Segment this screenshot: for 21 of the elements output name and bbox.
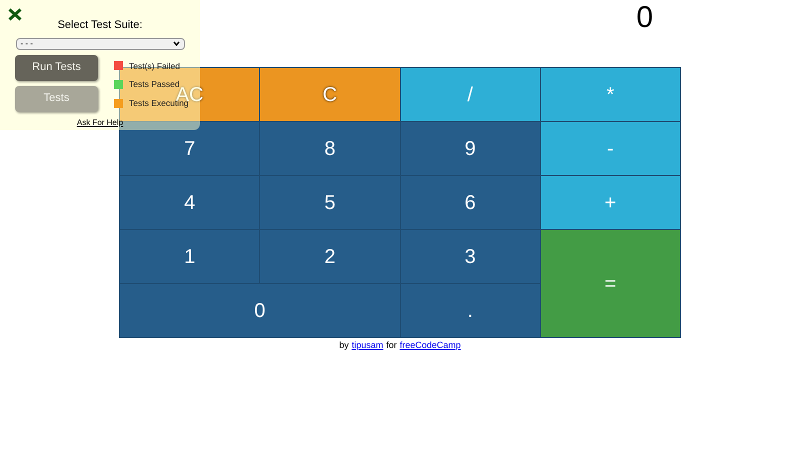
calculator-key[interactable]: 5 <box>260 176 400 230</box>
panel-title: Select Test Suite: <box>58 18 142 33</box>
calculator-key[interactable]: . <box>400 284 541 338</box>
calculator-key[interactable]: 9 <box>400 122 541 176</box>
calculator-key[interactable]: 0 <box>120 284 400 338</box>
calculator-key[interactable]: 2 <box>260 230 400 284</box>
test-button[interactable]: Run Tests <box>15 54 98 80</box>
calculator-key[interactable]: 8 <box>260 122 400 176</box>
site-link[interactable]: freeCodeCamp <box>400 339 461 352</box>
footer-text: by <box>339 339 349 352</box>
author-link[interactable]: tipusam <box>352 339 384 352</box>
footer-text: for <box>386 339 397 352</box>
calculator-key[interactable]: 6 <box>400 176 541 230</box>
calculator-display: 0 <box>636 1 653 36</box>
calculator-key[interactable]: 1 <box>120 230 260 284</box>
close-icon[interactable] <box>8 8 22 21</box>
chevron-icon <box>172 41 180 46</box>
calculator-key[interactable]: 3 <box>400 230 541 284</box>
suite-select[interactable]: - - - <box>16 38 184 50</box>
calculator-key[interactable]: 4 <box>120 176 260 230</box>
legend-label: Tests Passed <box>129 78 180 90</box>
